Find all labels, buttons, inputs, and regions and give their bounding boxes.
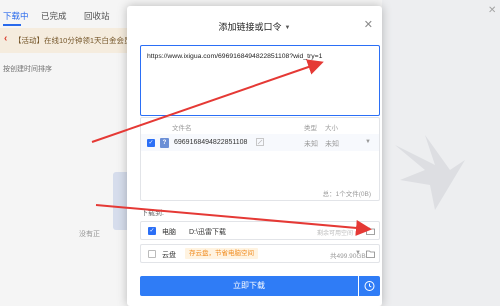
edit-icon[interactable] bbox=[256, 138, 264, 146]
download-now-button[interactable]: 立即下载 bbox=[140, 276, 358, 296]
url-input[interactable]: https://www.ixigua.com/69691684948228511… bbox=[140, 45, 380, 116]
schedule-download-button[interactable] bbox=[359, 276, 380, 296]
location-computer-name: 电脑 bbox=[162, 229, 176, 236]
close-icon[interactable]: ✕ bbox=[364, 18, 373, 31]
location-cloud[interactable]: 云盘 存云盘，节省电脑空间 共499.90GB ▼ bbox=[140, 244, 380, 263]
dialog-title-text: 添加链接或口令 bbox=[218, 22, 282, 32]
file-size: 未知 bbox=[325, 141, 339, 148]
location-computer[interactable]: ✓ 电脑 D:\迅雷下载 剩余可用空间 bbox=[140, 221, 380, 240]
file-list: 文件名 类型 大小 ✓ ? 6969168494822851108 未知 未知 … bbox=[140, 117, 380, 201]
file-name: 6969168494822851108 bbox=[174, 139, 248, 146]
files-summary: 总：1个文件(0B) bbox=[322, 191, 371, 198]
computer-checkbox[interactable]: ✓ bbox=[148, 227, 156, 235]
download-to-label: 下载到: bbox=[141, 210, 164, 217]
location-computer-path[interactable]: D:\迅雷下载 bbox=[189, 227, 226, 237]
caret-down-icon: ▼ bbox=[284, 24, 291, 31]
location-cloud-name: 云盘 bbox=[162, 252, 176, 259]
column-header-name: 文件名 bbox=[172, 125, 192, 132]
folder-icon[interactable] bbox=[366, 227, 375, 235]
dialog-title[interactable]: 添加链接或口令 ▼ bbox=[127, 20, 382, 33]
file-type: 未知 bbox=[304, 141, 318, 148]
add-link-dialog: 添加链接或口令 ▼ ✕ https://www.ixigua.com/696916… bbox=[127, 6, 382, 306]
file-row[interactable]: ✓ ? 6969168494822851108 未知 未知 ▼ bbox=[141, 134, 379, 151]
url-input-text: https://www.ixigua.com/69691684948228511… bbox=[147, 53, 323, 60]
question-file-icon: ? bbox=[160, 138, 169, 148]
caret-down-icon[interactable]: ▼ bbox=[365, 139, 371, 145]
column-header-type: 类型 bbox=[304, 125, 317, 132]
location-free-space: 剩余可用空间 bbox=[317, 231, 354, 237]
caret-down-icon[interactable]: ▼ bbox=[355, 250, 361, 256]
cloud-checkbox[interactable] bbox=[148, 250, 156, 258]
cloud-save-badge: 存云盘，节省电脑空间 bbox=[185, 248, 258, 259]
folder-icon[interactable] bbox=[366, 250, 375, 258]
file-checkbox[interactable]: ✓ bbox=[147, 139, 155, 147]
column-header-size: 大小 bbox=[325, 125, 338, 132]
clock-icon bbox=[364, 281, 375, 291]
